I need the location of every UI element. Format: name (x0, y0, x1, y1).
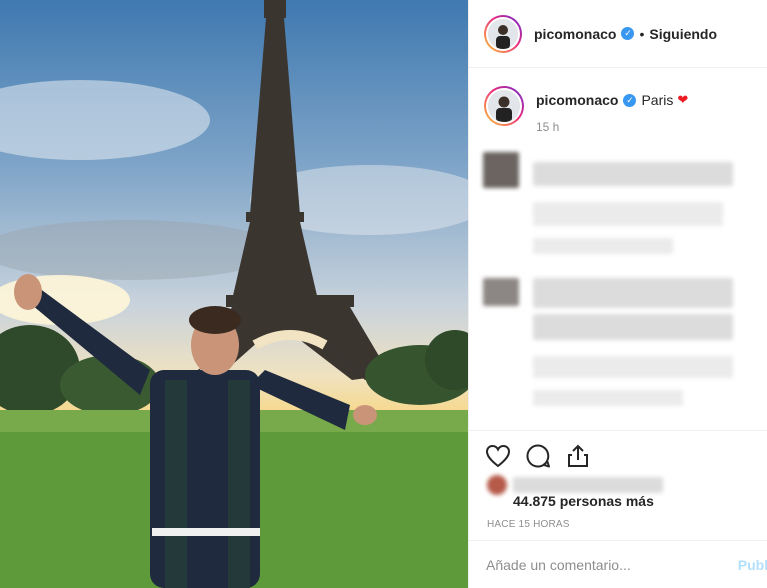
blurred-liker-names (513, 477, 663, 493)
header-separator: • (639, 25, 645, 42)
blurred-comment-meta (533, 238, 673, 254)
caption-timestamp[interactable]: 15 h (536, 120, 688, 134)
blurred-comment-avatar (483, 278, 519, 306)
verified-badge-icon: ✓ (621, 27, 635, 40)
red-heart-emoji: ❤ (677, 92, 689, 107)
header-username[interactable]: picomonaco (534, 26, 616, 42)
blurred-comment-meta (533, 390, 683, 406)
avatar[interactable] (484, 14, 522, 53)
blurred-comment-text (533, 356, 733, 378)
add-comment-bar: Publi (469, 540, 767, 588)
eiffel-tower-scene (0, 0, 468, 588)
blurred-liker-avatar (487, 475, 507, 495)
share-icon[interactable] (565, 443, 591, 469)
following-button[interactable]: Siguiendo (649, 26, 717, 42)
post-actions: 44.875 personas más HACE 15 HORAS (469, 430, 767, 540)
post-caption: picomonaco ✓ Paris ❤ 15 h (484, 86, 688, 134)
post-side-panel: picomonaco ✓ • Siguiendo picomonaco ✓ Pa… (468, 0, 767, 588)
caption-avatar[interactable] (484, 86, 524, 126)
post-header: picomonaco ✓ • Siguiendo (469, 0, 767, 68)
blurred-comment-text (533, 278, 733, 308)
caption-text: Paris (641, 92, 674, 108)
blurred-comment-text (533, 314, 733, 340)
publish-button[interactable]: Publi (738, 557, 767, 573)
likes-count[interactable]: 44.875 personas más (513, 493, 654, 509)
blurred-comment-text (533, 162, 733, 186)
blurred-comment-avatar (483, 152, 519, 188)
caption-verified-badge-icon: ✓ (623, 93, 637, 107)
blurred-comment-text (533, 202, 723, 226)
heart-icon[interactable] (485, 443, 511, 469)
post-photo[interactable] (0, 0, 468, 588)
caption-avatar-image (486, 88, 522, 124)
comment-input[interactable] (486, 556, 726, 573)
comment-icon[interactable] (525, 443, 551, 469)
caption-username[interactable]: picomonaco (536, 92, 618, 108)
avatar-image (486, 16, 520, 51)
post-time-ago[interactable]: HACE 15 HORAS (487, 519, 570, 530)
